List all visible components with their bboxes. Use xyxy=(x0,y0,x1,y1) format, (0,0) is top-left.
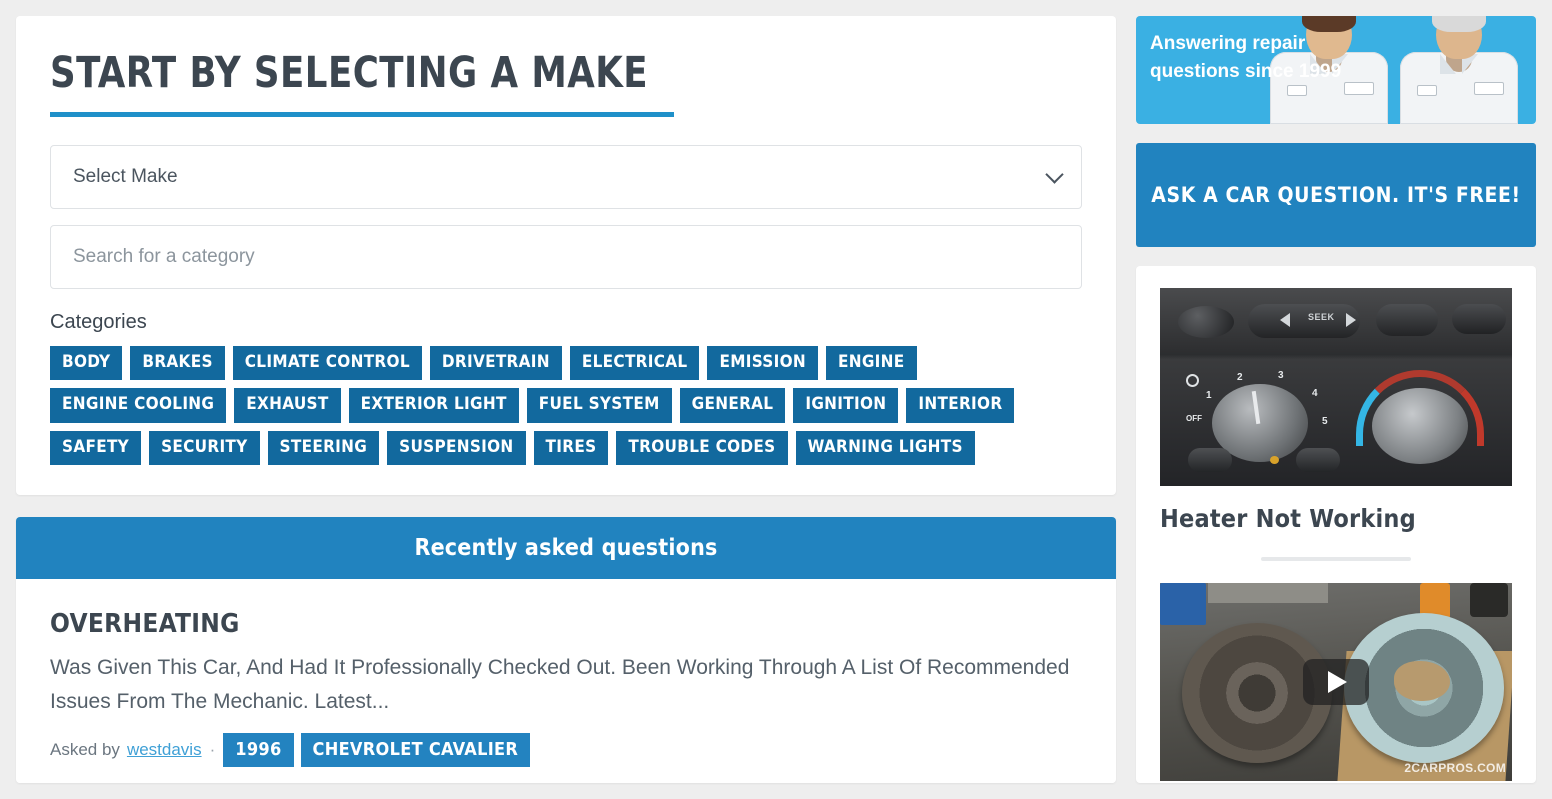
category-tag[interactable]: FUEL SYSTEM xyxy=(526,388,672,423)
fan-icon xyxy=(1186,373,1199,387)
mechanic-shirt xyxy=(1400,51,1518,124)
category-tag[interactable]: BODY xyxy=(50,346,123,381)
question-excerpt: Was Given This Car, And Had It Professio… xyxy=(50,655,1070,713)
aux-button xyxy=(1452,303,1506,334)
fan-speed-2: 2 xyxy=(1237,371,1243,383)
category-tag[interactable]: SAFETY xyxy=(50,430,142,465)
recent-questions-header: Recently asked questions xyxy=(16,516,1116,579)
category-search-placeholder: Search for a category xyxy=(73,246,255,268)
page-title: Start by selecting a make xyxy=(50,48,649,98)
question-author-link[interactable]: westdavis xyxy=(127,740,202,760)
seek-button-group xyxy=(1248,303,1360,338)
indicator-led xyxy=(1270,455,1279,464)
site-watermark: 2CARPROS.COM xyxy=(1404,760,1506,775)
select-make-value: Select Make xyxy=(73,166,178,188)
scan-button xyxy=(1376,303,1438,336)
dark-object xyxy=(1470,582,1508,617)
category-tag[interactable]: CLIMATE CONTROL xyxy=(232,346,422,381)
video-title-heater[interactable]: Heater Not Working xyxy=(1160,504,1512,533)
page-root: Start by selecting a make Select Make Se… xyxy=(0,0,1552,799)
category-tag[interactable]: EMISSION xyxy=(707,346,818,381)
question-vehicle-badge[interactable]: CHEVROLET CAVALIER xyxy=(300,732,531,767)
category-search-input[interactable]: Search for a category xyxy=(50,225,1082,290)
category-tag[interactable]: ELECTRICAL xyxy=(569,346,700,381)
category-tag[interactable]: WARNING LIGHTS xyxy=(795,430,975,465)
category-tag[interactable]: SECURITY xyxy=(149,430,260,465)
promo-banner[interactable]: Answering repair questions since 1999 xyxy=(1136,16,1536,124)
mechanic-hair xyxy=(1432,16,1486,32)
category-tag[interactable]: BRAKES xyxy=(130,346,225,381)
video-thumbnail-brakes[interactable]: 2CARPROS.COM xyxy=(1160,582,1512,781)
mechanic-logo-patch xyxy=(1474,81,1504,95)
seek-left-icon xyxy=(1280,312,1290,327)
mechanic-name-patch xyxy=(1417,84,1437,96)
mechanic-head xyxy=(1432,16,1486,59)
category-tag[interactable]: DRIVETRAIN xyxy=(429,346,562,381)
select-make-card: Start by selecting a make Select Make Se… xyxy=(16,16,1116,495)
category-tag[interactable]: TROUBLE CODES xyxy=(616,430,788,465)
main-content-column: Start by selecting a make Select Make Se… xyxy=(16,16,1116,783)
category-tag[interactable]: TIRES xyxy=(533,430,609,465)
off-label: OFF xyxy=(1186,413,1202,423)
play-button-icon[interactable] xyxy=(1303,658,1369,705)
blue-crate xyxy=(1160,582,1206,625)
select-make-dropdown[interactable]: Select Make xyxy=(50,145,1082,210)
section-divider xyxy=(1261,556,1411,561)
seek-right-icon xyxy=(1346,312,1356,327)
chevron-down-icon xyxy=(1045,165,1064,185)
hvac-mode-button-right xyxy=(1296,447,1340,472)
category-tag[interactable]: SUSPENSION xyxy=(387,430,526,465)
recent-questions-card: Recently asked questions OVERHEATING Was… xyxy=(16,516,1116,783)
category-tag[interactable]: ENGINE COOLING xyxy=(50,388,227,423)
video-thumbnail-heater[interactable]: SEEK OFF 1 2 3 4 5 xyxy=(1160,287,1512,486)
seek-label: SEEK xyxy=(1308,311,1335,322)
sidebar-column: Answering repair questions since 1999 AS… xyxy=(1136,16,1536,783)
mechanic-name-patch xyxy=(1287,84,1307,96)
promo-banner-text: Answering repair questions since 1999 xyxy=(1150,33,1342,82)
question-list: OVERHEATING Was Given This Car, And Had … xyxy=(16,578,1116,783)
category-tag[interactable]: EXTERIOR LIGHT xyxy=(348,388,519,423)
category-tag[interactable]: STEERING xyxy=(267,430,380,465)
fan-speed-1: 1 xyxy=(1206,389,1212,401)
title-underline-rule xyxy=(50,112,674,118)
categories-label: Categories xyxy=(50,311,147,334)
question-list-item[interactable]: OVERHEATING Was Given This Car, And Had … xyxy=(50,609,1082,767)
category-tag[interactable]: IGNITION xyxy=(793,388,899,423)
meta-separator: · xyxy=(209,739,216,759)
fan-speed-5: 5 xyxy=(1322,415,1328,427)
temperature-dial xyxy=(1372,387,1468,464)
radio-knob-icon xyxy=(1178,305,1234,338)
question-title[interactable]: OVERHEATING xyxy=(50,609,1082,639)
related-videos-card: SEEK OFF 1 2 3 4 5 Heater Not Working 2C… xyxy=(1136,265,1536,783)
grease-blob xyxy=(1394,660,1450,701)
category-tag-list: BODY BRAKES CLIMATE CONTROL DRIVETRAIN E… xyxy=(50,346,1082,465)
question-year-badge[interactable]: 1996 xyxy=(223,732,294,767)
ask-a-car-question-button[interactable]: Ask a car question. It's free! xyxy=(1136,142,1536,247)
hvac-mode-button-left xyxy=(1188,447,1232,472)
workbench-shelf xyxy=(1208,582,1328,603)
fan-speed-3: 3 xyxy=(1278,369,1284,381)
category-tag[interactable]: EXHAUST xyxy=(234,388,341,423)
category-tag[interactable]: INTERIOR xyxy=(906,388,1015,423)
question-meta: Asked by westdavis · 1996 CHEVROLET CAVA… xyxy=(50,732,1082,767)
category-tag[interactable]: ENGINE xyxy=(825,346,917,381)
asked-by-label: Asked by xyxy=(50,739,120,759)
category-tag[interactable]: GENERAL xyxy=(679,388,786,423)
mechanic-photo-right xyxy=(1400,16,1518,124)
fan-speed-4: 4 xyxy=(1312,387,1318,399)
